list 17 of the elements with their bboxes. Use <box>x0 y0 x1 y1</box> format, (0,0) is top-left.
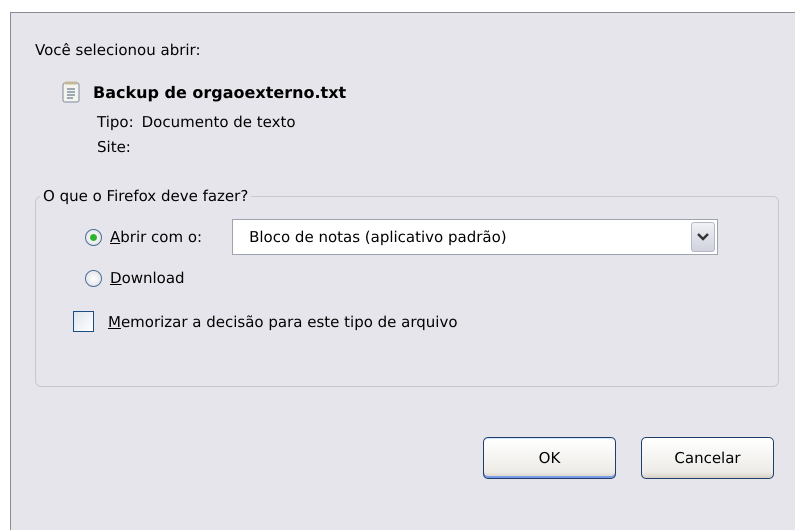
dialog-button[interactable]: OK <box>483 437 616 479</box>
dialog-button[interactable]: Cancelar <box>641 437 774 479</box>
option-label[interactable]: Download <box>110 269 185 287</box>
intro-text: Você selecionou abrir: <box>35 41 202 59</box>
site-label: Site: <box>97 138 132 156</box>
type-value: Documento de texto <box>142 113 296 131</box>
checkbox[interactable] <box>73 311 94 332</box>
notepad-icon <box>62 81 80 103</box>
radio-button[interactable] <box>85 270 102 286</box>
group-title: O que o Firefox deve fazer? <box>42 187 250 205</box>
app-dropdown[interactable]: Bloco de notas (aplicativo padrão) <box>232 219 718 255</box>
option-label[interactable]: Memorizar a decisão para este tipo de arquivo <box>108 312 458 330</box>
type-label: Tipo: <box>97 113 134 131</box>
file-name: Backup de orgaoexterno.txt <box>93 82 346 102</box>
option-label[interactable]: Abrir com o: <box>110 228 202 246</box>
radio-button[interactable] <box>85 228 102 246</box>
chevron-down-icon <box>697 233 710 241</box>
